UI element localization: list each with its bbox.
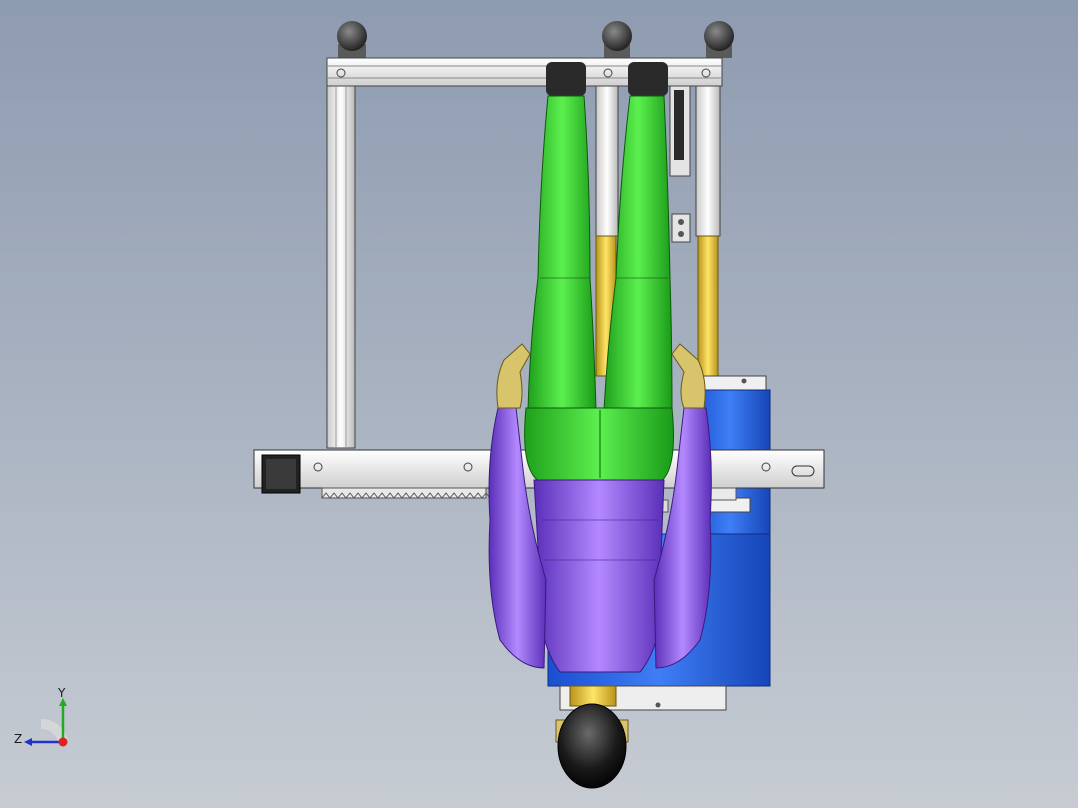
axis-triad[interactable]: Y Z [8, 684, 78, 754]
z-axis-label: Z [14, 732, 23, 746]
assembly-model[interactable] [0, 0, 1078, 808]
y-axis-label: Y [58, 686, 66, 700]
caster-wheels [337, 21, 734, 58]
cad-viewport[interactable]: Y Z [0, 0, 1078, 808]
